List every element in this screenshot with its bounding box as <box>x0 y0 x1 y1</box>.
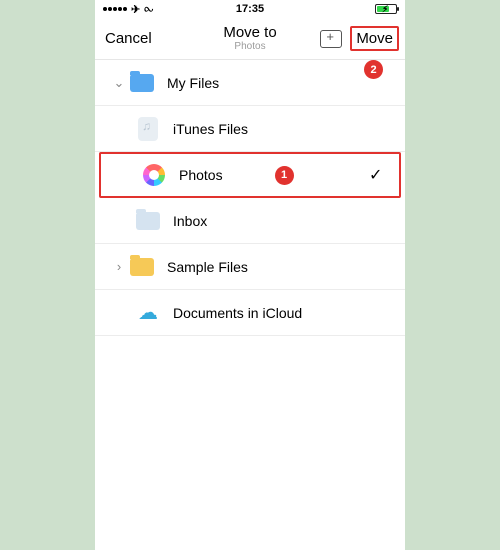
nav-title: Move to <box>223 25 276 42</box>
chevron-down-icon[interactable]: ⌄ <box>109 75 129 91</box>
wifi-icon: ⧜ <box>144 3 153 16</box>
list-item-label: Photos <box>179 167 255 183</box>
itunes-icon <box>138 117 158 141</box>
move-button[interactable]: Move <box>356 30 393 47</box>
status-time: 17:35 <box>201 3 299 15</box>
list-item-icloud[interactable]: ☁︎ Documents in iCloud <box>95 290 405 336</box>
checkmark-icon: ✓ <box>369 165 399 185</box>
folder-icon <box>130 74 154 92</box>
list-item-itunes[interactable]: iTunes Files <box>95 106 405 152</box>
annotation-badge-1: 1 <box>275 166 294 185</box>
list-item-photos[interactable]: Photos 1 ✓ <box>99 152 401 198</box>
folder-icon <box>136 212 160 230</box>
folder-list: ⌄ My Files iTunes Files Photos 1 ✓ Inbox… <box>95 60 405 336</box>
folder-icon <box>130 258 154 276</box>
navbar: Cancel Move to Photos Move <box>95 18 405 60</box>
chevron-right-icon[interactable]: › <box>109 259 129 274</box>
list-item-my-files[interactable]: ⌄ My Files <box>95 60 405 106</box>
airplane-icon: ✈︎ <box>131 3 140 16</box>
list-item-label: Sample Files <box>167 259 405 275</box>
cloud-icon: ☁︎ <box>135 300 161 326</box>
list-item-inbox[interactable]: Inbox <box>95 198 405 244</box>
list-item-label: My Files <box>167 75 405 91</box>
status-bar: ✈︎ ⧜ 17:35 ⚡︎ <box>95 0 405 18</box>
list-item-label: Inbox <box>173 213 405 229</box>
list-item-sample-files[interactable]: › Sample Files <box>95 244 405 290</box>
battery-icon: ⚡︎ <box>375 4 397 14</box>
photos-icon <box>143 164 165 186</box>
list-item-label: Documents in iCloud <box>173 305 405 321</box>
cancel-button[interactable]: Cancel <box>105 30 152 47</box>
nav-subtitle: Photos <box>223 41 276 52</box>
list-item-label: iTunes Files <box>173 121 405 137</box>
new-folder-icon[interactable] <box>320 30 342 48</box>
